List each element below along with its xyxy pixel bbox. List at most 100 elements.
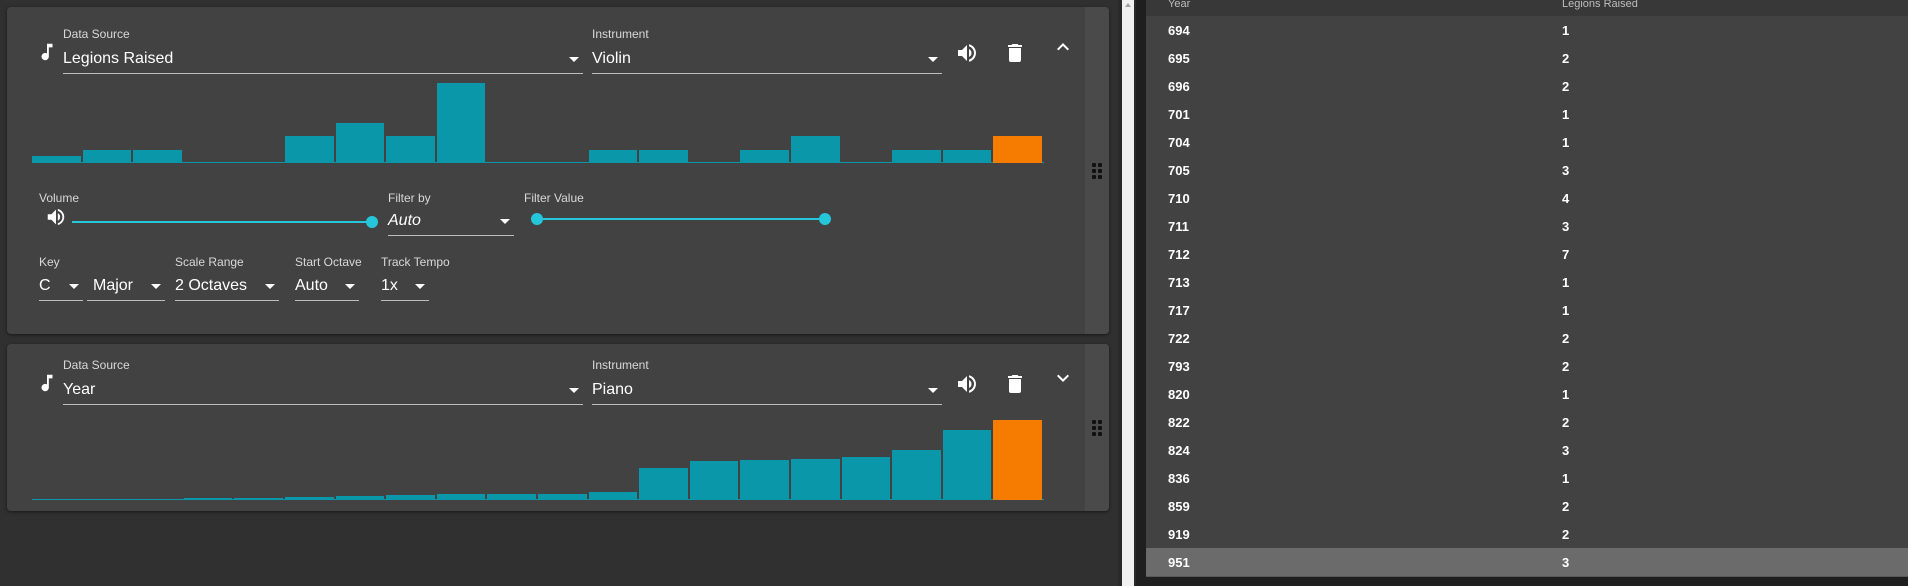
cell-year: 859 [1168, 499, 1190, 514]
table-row[interactable]: 919 2 [1146, 520, 1908, 549]
histogram-bar [942, 429, 992, 500]
cell-year: 836 [1168, 471, 1190, 486]
volume-icon[interactable] [45, 206, 67, 228]
cell-year: 822 [1168, 415, 1190, 430]
histogram-bar [892, 449, 941, 500]
instrument-label: Instrument [592, 27, 649, 41]
track-tempo-select[interactable]: 1x [381, 275, 429, 301]
table-row[interactable]: 824 3 [1146, 436, 1908, 465]
table-row[interactable]: 711 3 [1146, 212, 1908, 241]
filter-by-value: Auto [388, 212, 421, 229]
drag-handle[interactable] [1085, 7, 1109, 334]
delete-icon[interactable] [1003, 41, 1027, 65]
cell-legions-raised: 1 [1562, 387, 1570, 402]
music-note-icon [41, 374, 53, 392]
data-table-panel: Year Legions Raised 694 1 695 2 696 2 701 1 704 1… [1136, 0, 1908, 586]
table-row[interactable]: 695 2 [1146, 44, 1908, 73]
histogram-bar [588, 149, 638, 163]
table-row[interactable]: 820 1 [1146, 380, 1908, 409]
cell-year: 820 [1168, 387, 1190, 402]
filter-max-thumb[interactable] [819, 213, 831, 225]
mode-select[interactable]: Major [87, 275, 165, 301]
table-row[interactable]: 717 1 [1146, 296, 1908, 325]
cell-year: 705 [1168, 163, 1190, 178]
table-row[interactable]: 822 2 [1146, 408, 1908, 437]
histogram-bar [942, 149, 992, 163]
histogram-bar [993, 420, 1042, 500]
histogram-bar [82, 499, 132, 500]
filter-min-thumb[interactable] [531, 213, 543, 225]
cell-legions-raised: 1 [1562, 303, 1570, 318]
histogram-bar [740, 460, 789, 500]
delete-icon[interactable] [1003, 372, 1027, 396]
table-row[interactable]: 859 2 [1146, 492, 1908, 521]
column-header-legions-raised[interactable]: Legions Raised [1562, 0, 1638, 10]
histogram-bar [234, 497, 283, 500]
table-row[interactable]: 713 1 [1146, 268, 1908, 297]
start-octave-select[interactable]: Auto [295, 275, 359, 301]
chevron-down-icon [265, 284, 275, 289]
cell-year: 696 [1168, 79, 1190, 94]
data-source-select[interactable]: Year [63, 379, 583, 405]
chevron-up-icon[interactable] [1051, 35, 1075, 59]
table-row[interactable]: 951 3 [1146, 548, 1908, 577]
table-row[interactable]: 694 1 [1146, 16, 1908, 45]
cell-year: 717 [1168, 303, 1190, 318]
scale-range-select[interactable]: 2 Octaves [175, 275, 279, 301]
histogram-bar [183, 498, 233, 500]
chevron-down-icon [928, 57, 938, 62]
instrument-select[interactable]: Violin [592, 48, 942, 74]
cell-legions-raised: 1 [1562, 135, 1570, 150]
histogram-bar [689, 162, 739, 163]
histogram-bar [487, 162, 536, 163]
histogram-bar [639, 468, 688, 500]
histogram-bar [841, 162, 891, 163]
cell-legions-raised: 2 [1562, 359, 1570, 374]
cell-legions-raised: 2 [1562, 79, 1570, 94]
table-row[interactable]: 705 3 [1146, 156, 1908, 185]
table-row[interactable]: 704 1 [1146, 128, 1908, 157]
scroll-up-icon[interactable] [1125, 3, 1131, 7]
chevron-down-icon [151, 284, 161, 289]
data-source-value: Year [63, 381, 96, 398]
histogram-bar [335, 123, 385, 163]
histogram-bar [285, 136, 334, 163]
table-row[interactable]: 836 1 [1146, 464, 1908, 493]
instrument-select[interactable]: Piano [592, 379, 942, 405]
histogram-bar [892, 149, 941, 163]
volume-icon[interactable] [955, 41, 979, 65]
track-card-2: Data Source Year Instrument Piano [7, 344, 1109, 511]
vertical-scrollbar[interactable] [1122, 0, 1134, 586]
drag-handle[interactable] [1085, 344, 1109, 511]
cell-year: 919 [1168, 527, 1190, 542]
histogram-bar [133, 499, 182, 500]
cell-year: 793 [1168, 359, 1190, 374]
key-select[interactable]: C [39, 275, 83, 301]
table-row[interactable]: 793 2 [1146, 352, 1908, 381]
histogram-bar [32, 156, 81, 163]
data-source-label: Data Source [63, 27, 130, 41]
filter-value-slider[interactable] [531, 212, 831, 226]
cell-year: 722 [1168, 331, 1190, 346]
table-row[interactable]: 722 2 [1146, 324, 1908, 353]
filter-value-track [537, 218, 825, 220]
volume-slider[interactable] [72, 215, 378, 229]
column-header-year[interactable]: Year [1168, 0, 1190, 10]
histogram-bar [436, 494, 486, 500]
volume-slider-thumb[interactable] [366, 216, 378, 228]
data-histogram [32, 83, 1044, 163]
table-row[interactable]: 712 7 [1146, 240, 1908, 269]
filter-by-select[interactable]: Auto [388, 210, 514, 236]
histogram-bar [791, 136, 840, 163]
table-row[interactable]: 710 4 [1146, 184, 1908, 213]
key-label: Key [39, 255, 60, 269]
histogram-bar [538, 493, 587, 500]
table-row[interactable]: 696 2 [1146, 72, 1908, 101]
cell-legions-raised: 3 [1562, 219, 1570, 234]
histogram-bar [285, 496, 334, 500]
data-source-select[interactable]: Legions Raised [63, 48, 583, 74]
data-source-value: Legions Raised [63, 50, 174, 67]
chevron-down-icon[interactable] [1051, 366, 1075, 390]
volume-icon[interactable] [955, 372, 979, 396]
table-row[interactable]: 701 1 [1146, 100, 1908, 129]
